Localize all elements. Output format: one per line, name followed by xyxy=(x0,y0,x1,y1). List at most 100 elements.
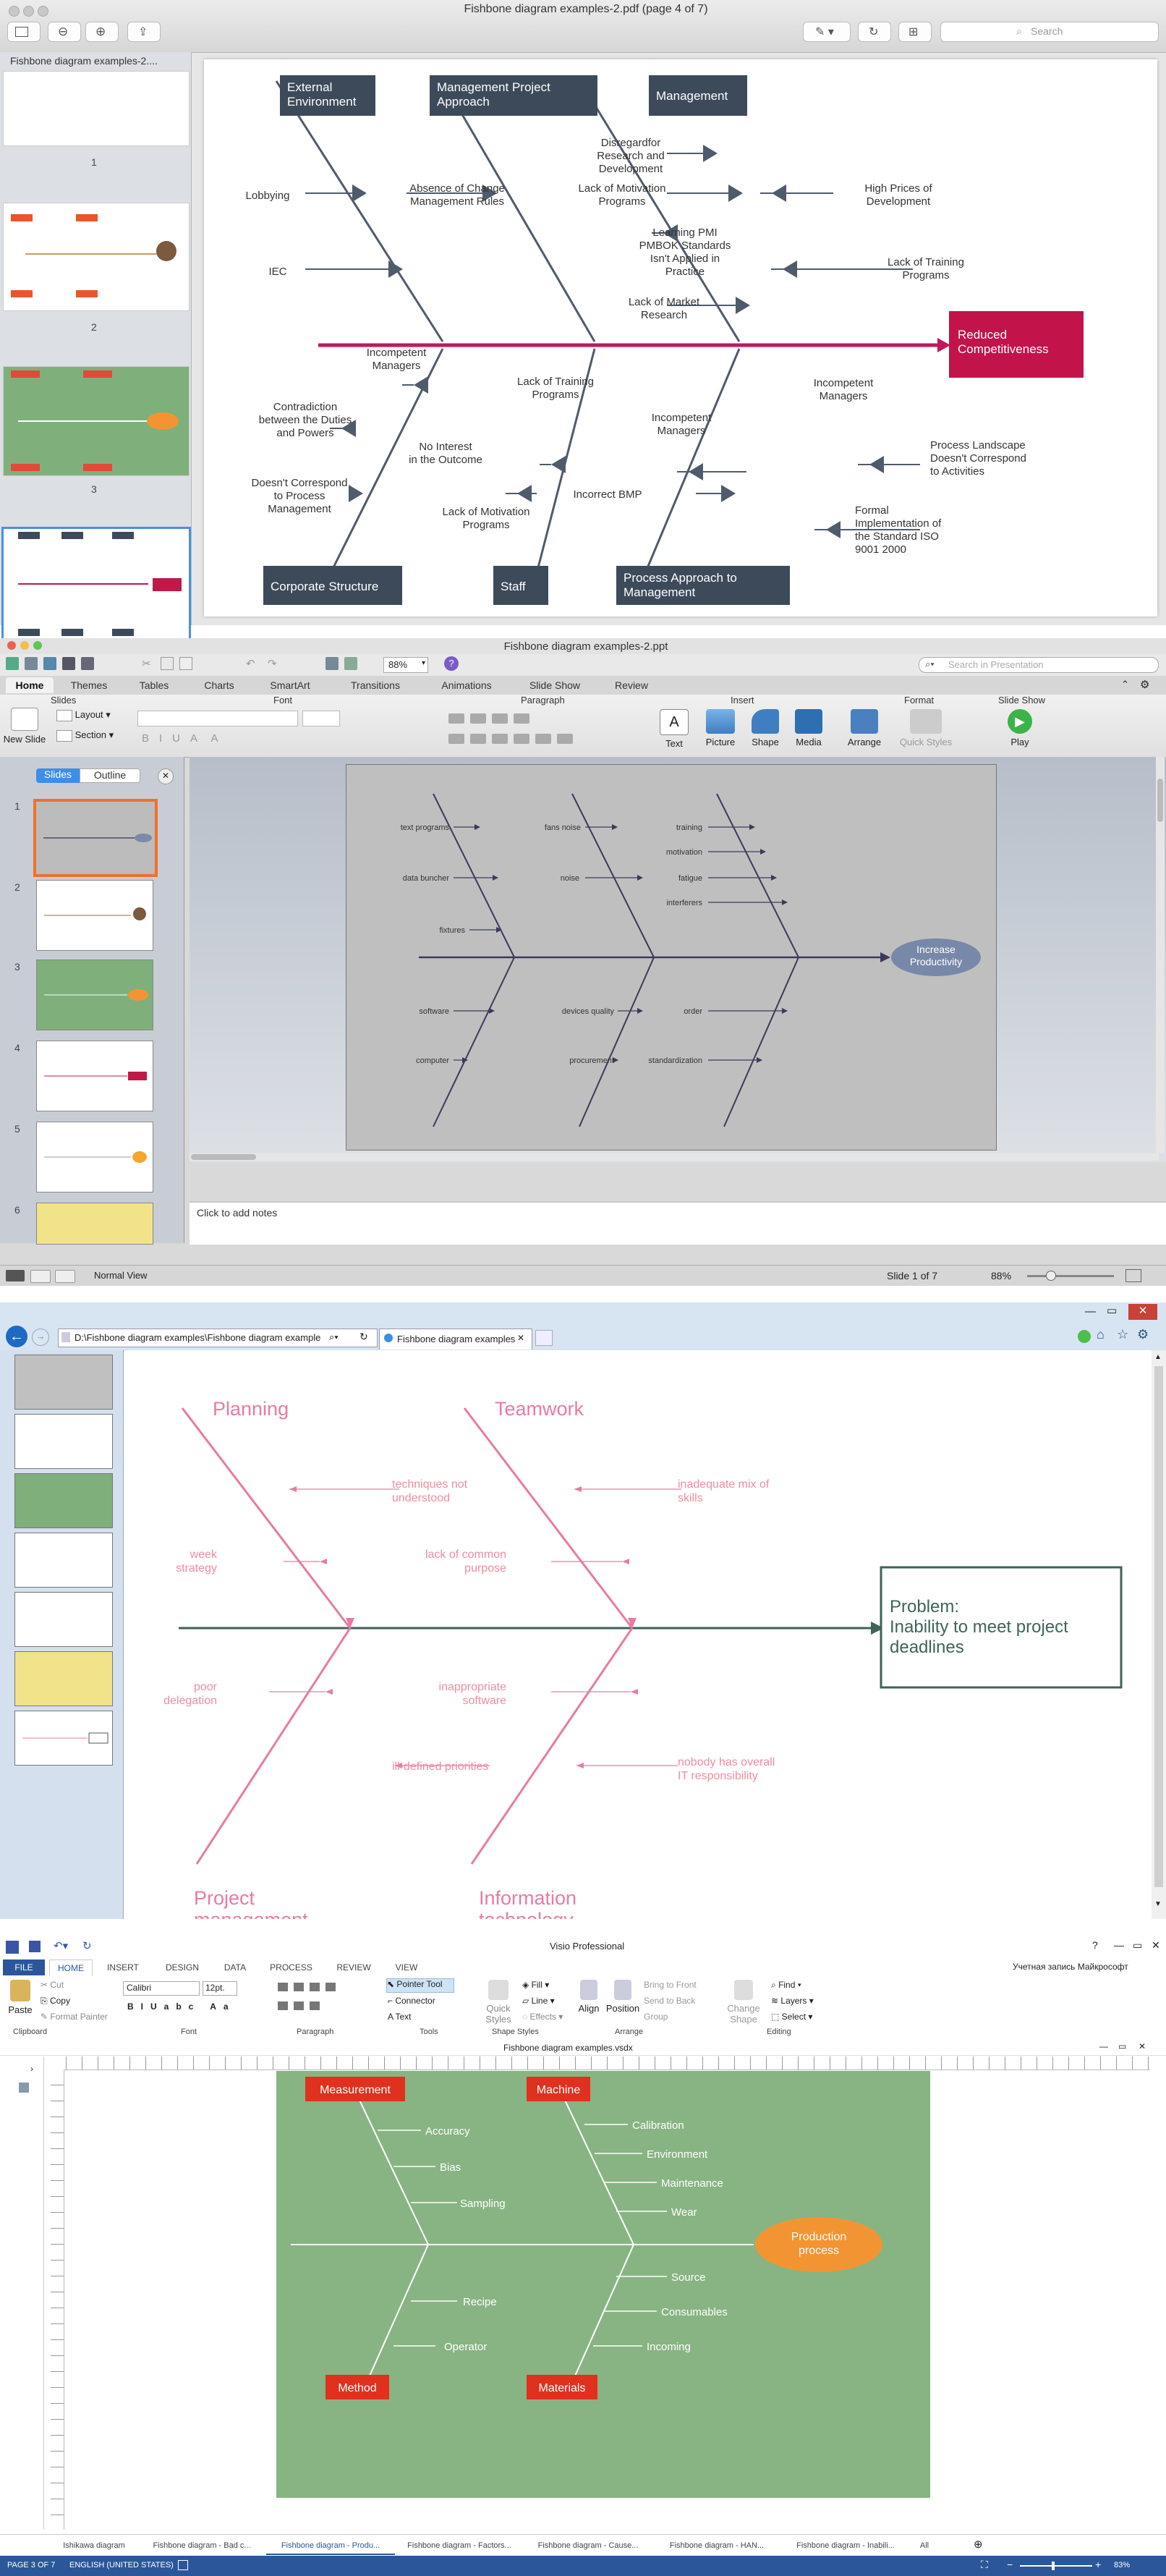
section-button[interactable]: Section ▾ xyxy=(56,729,129,742)
search-field[interactable]: ⌕▾ Search in Presentation xyxy=(919,657,1159,673)
minimize-icon[interactable]: — xyxy=(1085,1305,1096,1318)
zoom-in-icon[interactable]: + xyxy=(1095,2559,1101,2570)
browser-tab[interactable]: Fishbone diagram examples ✕ xyxy=(379,1329,532,1350)
align-button[interactable]: Align xyxy=(574,1980,603,2014)
gear-icon[interactable]: ⚙ xyxy=(1140,678,1149,691)
paragraph-buttons[interactable] xyxy=(448,711,651,747)
select-button[interactable]: ⬚ Select ▾ xyxy=(771,2012,812,2022)
zoom-field[interactable]: 88% ▾ xyxy=(383,657,428,673)
pointer-tool-button[interactable]: ⬉ Pointer Tool xyxy=(386,1978,454,1993)
slide-thumb-2[interactable] xyxy=(36,880,153,951)
zoom-out-icon[interactable]: − xyxy=(1007,2559,1013,2570)
tab-process[interactable]: PROCESS xyxy=(260,1959,322,1975)
thumb-7[interactable] xyxy=(14,1711,113,1766)
slide-thumb-1[interactable] xyxy=(33,799,158,877)
page-thumb-2[interactable] xyxy=(3,203,190,311)
tab-charts[interactable]: Charts xyxy=(190,677,249,693)
picture-button[interactable]: Picture xyxy=(697,709,744,747)
layers-button[interactable]: ≋ Layers ▾ xyxy=(771,1996,814,2006)
tab-review[interactable]: Review xyxy=(602,677,661,693)
page-tab[interactable]: Fishbone diagram - Produ... xyxy=(266,2538,395,2555)
tab-slide-show[interactable]: Slide Show xyxy=(514,677,596,693)
page-tab[interactable]: Fishbone diagram - Factors... xyxy=(395,2538,524,2554)
save-icon[interactable] xyxy=(29,1941,41,1952)
fill-button[interactable]: ◈ Fill ▾ xyxy=(522,1980,549,1990)
print-icon[interactable] xyxy=(81,657,94,670)
fit-to-window-icon[interactable] xyxy=(1125,1269,1141,1282)
notes-pane[interactable]: Click to add notes xyxy=(190,1201,1166,1245)
page-thumb-4[interactable] xyxy=(1,527,191,641)
redo-icon[interactable]: ↻ xyxy=(82,1939,92,1952)
close-tab-icon[interactable]: ✕ xyxy=(517,1333,524,1343)
minimize-dot[interactable] xyxy=(23,6,34,17)
smiley-icon[interactable] xyxy=(1078,1330,1091,1343)
share-button[interactable]: ⇪ xyxy=(127,22,161,42)
tab-home[interactable]: Home xyxy=(6,677,54,693)
paragraph-buttons[interactable] xyxy=(278,1981,379,2017)
close-icon[interactable]: ✕ xyxy=(1152,1939,1160,1952)
cut-icon[interactable]: ✂ xyxy=(142,657,151,670)
markup-button[interactable]: ✎ ▾ xyxy=(803,22,851,42)
gallery-icon[interactable] xyxy=(325,657,339,670)
shapes-pane-collapsed[interactable]: › xyxy=(0,2056,44,2530)
page-thumb-1[interactable] xyxy=(3,71,190,146)
tab-animations[interactable]: Animations xyxy=(425,677,508,693)
thumb-3[interactable] xyxy=(14,1473,113,1528)
slide-thumb-5[interactable] xyxy=(36,1122,153,1192)
add-page-icon[interactable]: ⊕ xyxy=(974,2538,983,2551)
group-button[interactable]: Group xyxy=(644,2012,668,2022)
copy-button[interactable]: ⎘ Copy xyxy=(41,1996,70,2007)
vertical-scrollbar[interactable] xyxy=(1156,757,1165,1153)
tab-themes[interactable]: Themes xyxy=(59,677,119,693)
undo-icon[interactable]: ↶ xyxy=(246,657,255,670)
normal-view-button[interactable] xyxy=(6,1270,25,1281)
page-tab[interactable]: All xyxy=(910,2538,939,2554)
effects-button[interactable]: ◌ Effects ▾ xyxy=(522,2012,563,2022)
font-name-field[interactable]: Calibri xyxy=(123,1981,200,1996)
maximize-icon[interactable]: ▭ xyxy=(1107,1304,1117,1317)
zoom-dot[interactable] xyxy=(33,641,42,650)
search-field[interactable]: ⌕ Search xyxy=(940,22,1159,42)
tab-home[interactable]: HOME xyxy=(49,1959,93,1976)
save-icon[interactable] xyxy=(62,657,75,670)
account-name[interactable]: Учетная запись Майкрософт xyxy=(1013,1962,1128,1972)
zoom-slider[interactable] xyxy=(1020,2562,1092,2570)
minimize-dot[interactable] xyxy=(20,641,29,650)
cut-button[interactable]: ✂ Cut xyxy=(41,1980,64,1990)
redo-icon[interactable]: ↷ xyxy=(268,657,277,670)
thumb-6[interactable] xyxy=(14,1651,113,1706)
undo-icon[interactable]: ↶▾ xyxy=(54,1939,68,1952)
thumb-1[interactable] xyxy=(14,1355,113,1410)
sorter-view-button[interactable] xyxy=(30,1270,51,1283)
slideshow-view-button[interactable] xyxy=(55,1270,75,1283)
slide-thumb-4[interactable] xyxy=(36,1041,153,1111)
new-tab-button[interactable] xyxy=(535,1330,553,1346)
favorites-icon[interactable]: ☆ xyxy=(1117,1327,1128,1342)
vertical-scrollbar[interactable]: ▲ ▼ xyxy=(1152,1350,1166,1919)
rotate-button[interactable]: ↻ xyxy=(858,22,891,42)
new-slide-button[interactable]: New Slide xyxy=(3,708,46,745)
tab-slides[interactable]: Slides xyxy=(36,768,80,783)
font-name-field[interactable] xyxy=(137,711,298,726)
sidebar-toggle-button[interactable] xyxy=(7,22,41,42)
close-dot[interactable] xyxy=(7,641,16,650)
zoom-slider[interactable] xyxy=(1027,1271,1114,1281)
templates-icon[interactable] xyxy=(25,657,38,670)
horizontal-scrollbar[interactable] xyxy=(190,1153,1159,1161)
font-format-buttons[interactable]: BIUA A xyxy=(142,732,224,745)
page-tab[interactable]: Fishbone diagram - Inabili... xyxy=(781,2538,910,2554)
slide-thumb-3[interactable] xyxy=(36,959,153,1030)
new-icon[interactable] xyxy=(6,657,19,670)
text-button[interactable]: A Text xyxy=(654,709,694,749)
home-icon[interactable]: ⌂ xyxy=(1097,1327,1105,1342)
font-size-field[interactable] xyxy=(302,711,340,726)
text-tool-button[interactable]: A Text xyxy=(388,2012,411,2022)
bring-front-button[interactable]: Bring to Front xyxy=(644,1980,697,1990)
macro-icon[interactable] xyxy=(178,2560,188,2570)
close-icon[interactable]: ✕ xyxy=(1128,1304,1157,1320)
forward-button[interactable]: → xyxy=(32,1329,49,1346)
tab-file[interactable]: FILE xyxy=(3,1959,45,1975)
format-painter-button[interactable]: ✎ Format Painter xyxy=(41,2012,108,2022)
page-thumb-3[interactable] xyxy=(3,366,190,476)
zoom-out-button[interactable]: ⊖ xyxy=(48,22,81,42)
